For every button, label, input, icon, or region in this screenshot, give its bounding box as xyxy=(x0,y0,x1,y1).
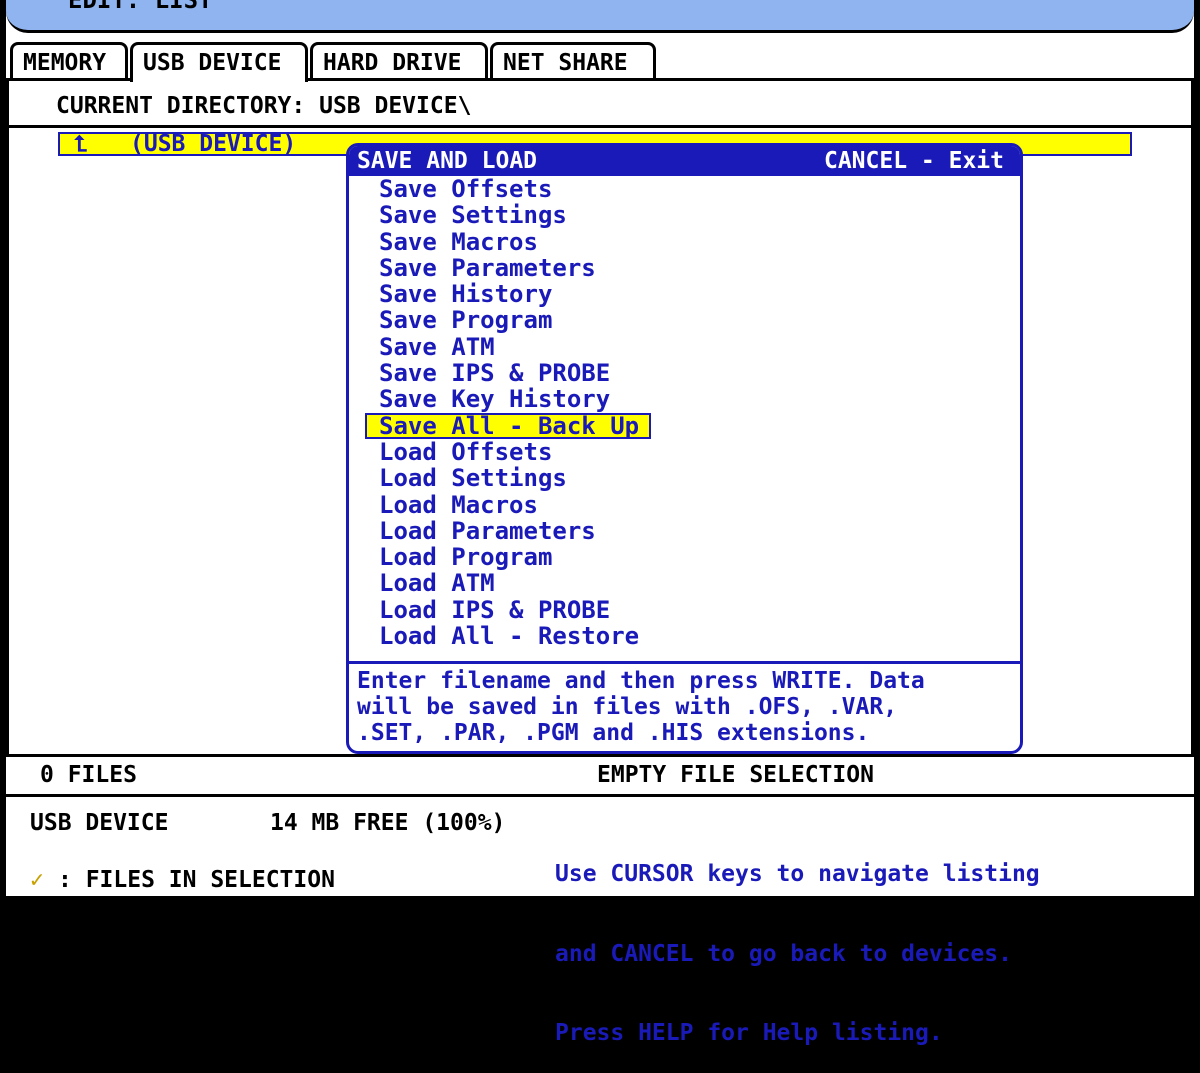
dialog-separator xyxy=(349,661,1020,664)
save-load-menu: Save Offsets Save Settings Save Macros S… xyxy=(364,176,652,649)
menu-item-label: Save Macros xyxy=(379,227,538,256)
tab-memory-label: MEMORY xyxy=(23,50,107,76)
navigation-help-line: and CANCEL to go back to devices. xyxy=(555,940,1012,967)
tab-usb-device[interactable]: USB DEVICE xyxy=(130,42,308,82)
title-bar: EDIT: LIST xyxy=(6,0,1194,33)
menu-item-label: Save IPS & PROBE xyxy=(379,359,611,388)
menu-item-load-program[interactable]: Load Program xyxy=(379,544,639,570)
navigation-help-line: Press HELP for Help listing. xyxy=(555,1020,943,1046)
menu-item-load-macros[interactable]: Load Macros xyxy=(379,492,639,518)
menu-item-label: Save ATM xyxy=(379,332,495,361)
dialog-help-line: .SET, .PAR, .PGM and .HIS extensions. xyxy=(357,720,870,746)
up-directory-label: (USB DEVICE) xyxy=(130,131,297,157)
files-in-selection-legend: : FILES IN SELECTION xyxy=(58,867,335,893)
panel-right-border xyxy=(1191,78,1194,754)
tab-usb-device-label: USB DEVICE xyxy=(143,50,282,76)
navigation-help-line: Use CURSOR keys to navigate listing xyxy=(555,861,1040,887)
dialog-help-line: will be saved in files with .OFS, .VAR, xyxy=(357,694,898,720)
dialog-title: SAVE AND LOAD xyxy=(357,148,538,174)
file-selection-status: EMPTY FILE SELECTION xyxy=(597,762,874,788)
menu-item-label: Load Offsets xyxy=(379,437,553,466)
menu-item-label: Save Parameters xyxy=(379,253,596,282)
menu-item-save-all-back-up[interactable]: Save All - Back Up xyxy=(364,411,652,440)
status-top-divider xyxy=(6,754,1194,757)
file-count: 0 FILES xyxy=(40,762,137,788)
tab-baseline-left xyxy=(6,78,130,81)
menu-item-load-offsets[interactable]: Load Offsets xyxy=(379,439,639,465)
menu-item-save-history[interactable]: Save History xyxy=(379,281,639,307)
menu-item-label: Load Settings xyxy=(379,464,567,493)
up-arrow-icon: ⮤ xyxy=(74,132,87,157)
navigation-help: Use CURSOR keys to navigate listing and … xyxy=(555,808,1040,1073)
menu-item-label: Save Key History xyxy=(379,385,611,414)
current-directory: CURRENT DIRECTORY: USB DEVICE\ xyxy=(56,93,472,119)
checkmark-icon: ✓ xyxy=(30,867,44,893)
menu-item-save-program[interactable]: Save Program xyxy=(379,307,639,333)
menu-item-label: Save All - Back Up xyxy=(379,411,640,440)
dialog-cancel-hint: CANCEL - Exit xyxy=(823,148,1004,174)
menu-item-label: Load Parameters xyxy=(379,516,596,545)
menu-item-save-macros[interactable]: Save Macros xyxy=(379,229,639,255)
tab-net-share-label: NET SHARE xyxy=(503,50,628,76)
menu-item-load-all-restore[interactable]: Load All - Restore xyxy=(379,623,639,649)
tab-net-share[interactable]: NET SHARE xyxy=(490,42,656,78)
menu-item-label: Save Offsets xyxy=(379,175,553,203)
menu-item-save-ips-probe[interactable]: Save IPS & PROBE xyxy=(379,360,639,386)
window-title: EDIT: LIST xyxy=(68,0,213,14)
panel-left-border xyxy=(6,78,9,754)
device-name: USB DEVICE xyxy=(30,810,169,836)
menu-item-save-atm[interactable]: Save ATM xyxy=(379,334,639,360)
menu-item-label: Save Program xyxy=(379,306,553,335)
free-space: 14 MB FREE (100%) xyxy=(270,810,506,836)
menu-item-label: Load Macros xyxy=(379,490,538,519)
menu-item-save-key-history[interactable]: Save Key History xyxy=(379,386,639,412)
dialog-help-line: Enter filename and then press WRITE. Dat… xyxy=(357,668,925,694)
menu-item-load-settings[interactable]: Load Settings xyxy=(379,465,639,491)
menu-item-label: Load ATM xyxy=(379,569,495,598)
menu-item-load-atm[interactable]: Load ATM xyxy=(379,570,639,596)
menu-item-label: Save Settings xyxy=(379,201,567,230)
save-load-dialog: SAVE AND LOAD CANCEL - Exit Save Offsets… xyxy=(346,143,1023,754)
menu-item-save-parameters[interactable]: Save Parameters xyxy=(379,255,639,281)
dialog-header: SAVE AND LOAD CANCEL - Exit xyxy=(349,146,1020,176)
menu-item-save-settings[interactable]: Save Settings xyxy=(379,202,639,228)
menu-item-load-parameters[interactable]: Load Parameters xyxy=(379,518,639,544)
menu-item-label: Load IPS & PROBE xyxy=(379,595,611,624)
menu-item-label: Save History xyxy=(379,280,553,309)
tab-memory[interactable]: MEMORY xyxy=(10,42,128,78)
menu-item-save-offsets[interactable]: Save Offsets xyxy=(379,176,639,202)
tab-hard-drive-label: HARD DRIVE xyxy=(323,50,462,76)
status-bottom-divider xyxy=(6,794,1194,797)
menu-item-load-ips-probe[interactable]: Load IPS & PROBE xyxy=(379,597,639,623)
directory-divider xyxy=(6,125,1194,128)
menu-item-label: Load All - Restore xyxy=(379,622,640,651)
menu-item-label: Load Program xyxy=(379,543,553,572)
dialog-help-text: Enter filename and then press WRITE. Dat… xyxy=(357,668,1007,746)
tab-hard-drive[interactable]: HARD DRIVE xyxy=(310,42,488,78)
tab-baseline-right xyxy=(308,78,1194,81)
